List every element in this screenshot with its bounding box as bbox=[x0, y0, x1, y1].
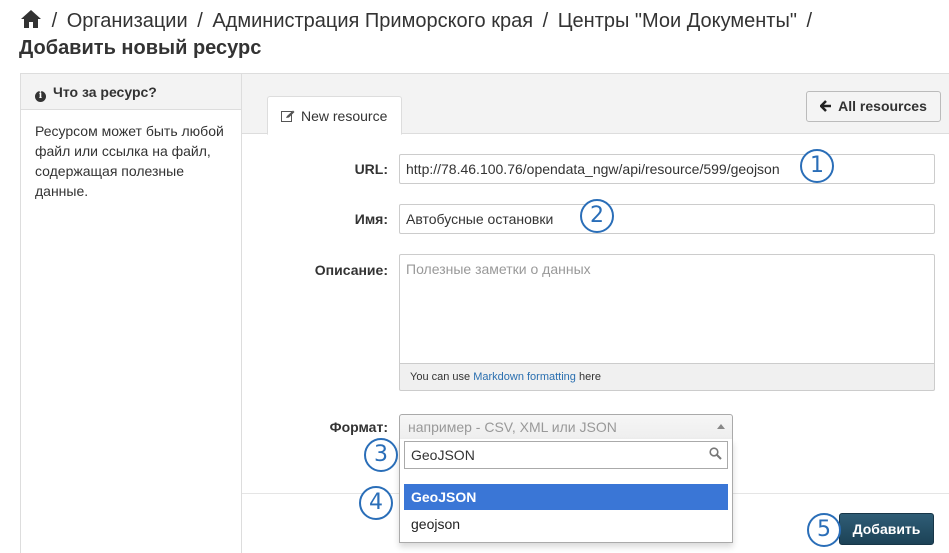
sidebar: i Что за ресурс? Ресурсом может быть любо… bbox=[20, 73, 242, 553]
annotation-badge: 4 bbox=[359, 486, 393, 520]
breadcrumb-separator: / bbox=[51, 10, 58, 32]
markdown-hint-prefix: You can use bbox=[410, 371, 474, 383]
markdown-hint: You can use Markdown formatting here bbox=[399, 364, 935, 391]
description-label: Описание: bbox=[314, 262, 388, 278]
arrow-left-icon bbox=[820, 100, 832, 112]
all-resources-label: All resources bbox=[838, 98, 927, 114]
annotation-badge: 2 bbox=[580, 199, 614, 233]
url-input[interactable]: http://78.46.100.76/opendata_ngw/api/res… bbox=[399, 154, 935, 184]
add-button[interactable]: Добавить bbox=[839, 513, 934, 545]
markdown-link[interactable]: Markdown formatting bbox=[473, 371, 576, 383]
breadcrumb-link-organizations[interactable]: Организации bbox=[67, 10, 188, 32]
sidebar-description: Ресурсом может быть любой файл или ссылк… bbox=[35, 123, 224, 199]
format-option[interactable]: geojson bbox=[404, 511, 728, 537]
name-label: Имя: bbox=[354, 211, 388, 227]
page-title: Добавить новый ресурс bbox=[19, 37, 262, 59]
info-icon: i bbox=[35, 91, 46, 102]
format-option-highlighted[interactable]: GeoJSON bbox=[404, 484, 728, 510]
chevron-up-icon bbox=[717, 424, 725, 429]
annotation-badge: 1 bbox=[800, 149, 834, 183]
tab-new-resource[interactable]: New resource bbox=[267, 96, 402, 135]
format-search-input[interactable]: GeoJSON bbox=[404, 441, 728, 469]
breadcrumb-separator: / bbox=[197, 10, 203, 32]
format-label: Формат: bbox=[329, 419, 388, 435]
all-resources-button[interactable]: All resources bbox=[806, 91, 941, 122]
annotation-badge: 3 bbox=[364, 438, 398, 472]
tab-label: New resource bbox=[301, 108, 388, 124]
name-input[interactable]: Автобусные остановки bbox=[399, 204, 935, 234]
search-icon bbox=[709, 447, 722, 460]
home-icon[interactable] bbox=[20, 9, 42, 29]
markdown-hint-suffix: here bbox=[575, 371, 601, 383]
edit-icon bbox=[281, 110, 295, 122]
breadcrumb-separator: / bbox=[542, 10, 549, 32]
breadcrumb-separator: / bbox=[806, 10, 813, 32]
breadcrumb-link-administration[interactable]: Администрация Приморского края bbox=[212, 10, 533, 32]
breadcrumb: / Организации / Администрация Приморског… bbox=[20, 9, 816, 33]
format-select[interactable]: например - CSV, XML или JSON bbox=[399, 414, 733, 440]
description-textarea[interactable] bbox=[399, 254, 935, 364]
breadcrumb-link-centers[interactable]: Центры "Мои Документы" bbox=[558, 10, 797, 32]
format-placeholder: например - CSV, XML или JSON bbox=[408, 419, 617, 435]
url-label: URL: bbox=[354, 161, 388, 177]
annotation-badge: 5 bbox=[807, 513, 841, 547]
sidebar-title: Что за ресурс? bbox=[53, 84, 157, 100]
sidebar-header: i Что за ресурс? bbox=[21, 74, 241, 110]
